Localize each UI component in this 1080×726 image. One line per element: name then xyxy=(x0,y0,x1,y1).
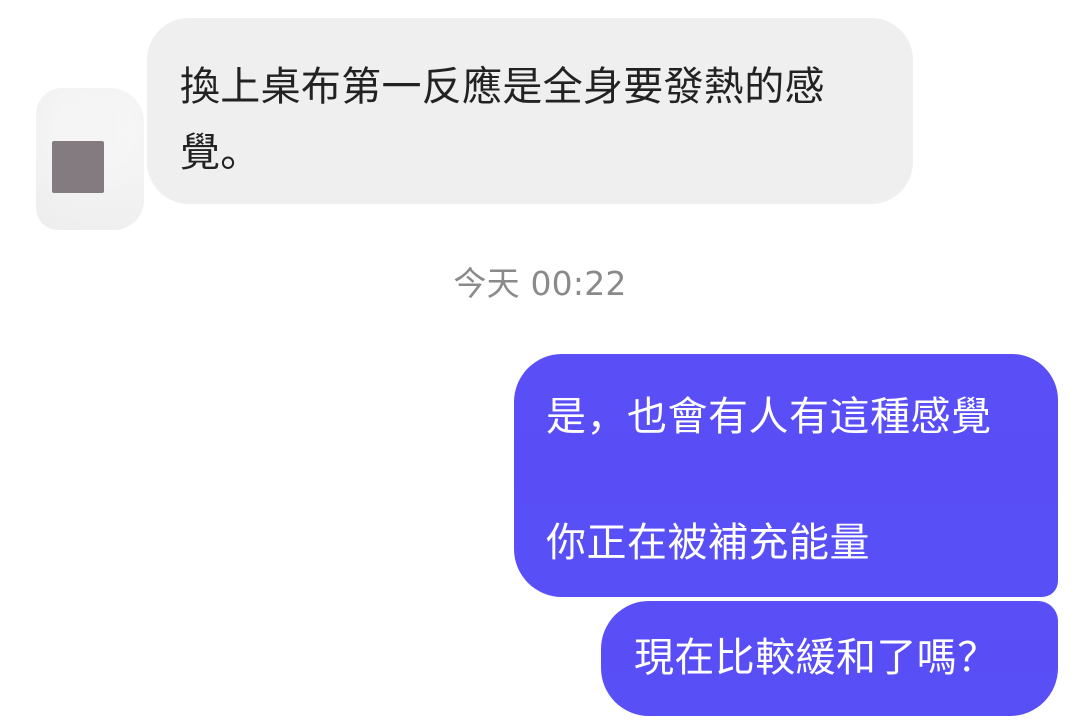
outgoing-message-text-2: 現在比較緩和了嗎？ xyxy=(634,635,998,681)
outgoing-message-bubble-1[interactable]: 是，也會有人有這種感覺 你正在被補充能量 xyxy=(514,354,1058,597)
message-timestamp: 今天 00:22 xyxy=(453,264,627,303)
incoming-message-text: 換上桌布第一反應是全身要發熱的感覺。 xyxy=(180,64,825,176)
outgoing-message-line-1: 是，也會有人有這種感覺 xyxy=(546,394,992,440)
outgoing-message-line-2: 你正在被補充能量 xyxy=(546,520,870,566)
outgoing-message-bubble-2[interactable]: 現在比較緩和了嗎？ xyxy=(601,601,1058,716)
avatar[interactable] xyxy=(36,88,144,230)
incoming-message-bubble[interactable]: 換上桌布第一反應是全身要發熱的感覺。 xyxy=(147,18,913,204)
avatar-redaction-block xyxy=(52,141,104,193)
